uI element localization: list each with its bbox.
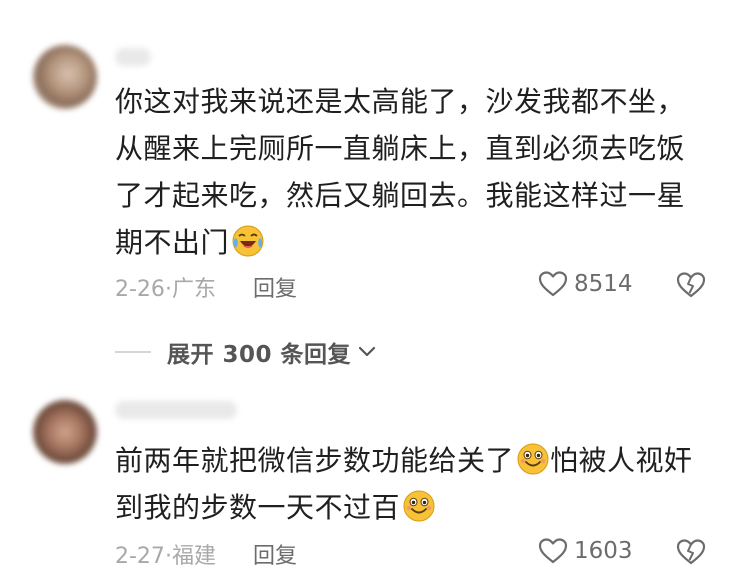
grinning-emoji-icon (403, 490, 435, 522)
comment-meta: 2-27·福建 回复 (115, 538, 297, 570)
comment-line: 你这对我来说还是太高能了，沙发我都不坐， (115, 85, 686, 118)
avatar[interactable] (33, 45, 97, 109)
comment-date: 2-26 (115, 277, 165, 302)
comment-line: 前两年就把微信步数功能给关了 (115, 444, 515, 477)
comment-line: 到我的步数一天不过百 (115, 491, 401, 524)
like-count: 1603 (574, 538, 633, 564)
expand-replies-label[interactable]: 展开 300 条回复 (167, 335, 351, 369)
meta-separator: · (164, 277, 172, 302)
comment-line-with-emoji: 期不出门 (115, 219, 685, 266)
comment-line: 了才起来吃，然后又躺回去。我能这样过一星 (115, 179, 686, 212)
comment-text: 前两年就把微信步数功能给关了 怕被人视奸 到我的步数一天不过百 (115, 437, 693, 531)
comment-line: 怕被人视奸 (550, 444, 693, 477)
heart-icon (538, 538, 568, 564)
comment-line-with-emoji: 到我的步数一天不过百 (115, 484, 693, 531)
comment-line: 从醒来上完厕所一直躺床上，直到必须去吃饭 (115, 132, 686, 165)
like-button[interactable]: 1603 (538, 537, 633, 565)
like-button[interactable]: 8514 (538, 270, 633, 298)
meta-separator: · (164, 544, 172, 569)
laughing-crying-emoji-icon (232, 225, 264, 257)
comment-line: 期不出门 (115, 226, 230, 259)
expand-divider (115, 351, 151, 353)
username-blurred[interactable] (115, 401, 237, 419)
avatar[interactable] (33, 400, 97, 464)
broken-heart-icon[interactable] (676, 538, 706, 566)
comment-date: 2-27 (115, 544, 165, 569)
grinning-emoji-icon (517, 443, 549, 475)
heart-icon (538, 271, 568, 297)
username-blurred[interactable] (115, 48, 151, 66)
comment-line-with-emoji: 前两年就把微信步数功能给关了 怕被人视奸 (115, 437, 693, 484)
like-count: 8514 (574, 271, 633, 297)
comment-text: 你这对我来说还是太高能了，沙发我都不坐， 从醒来上完厕所一直躺床上，直到必须去吃… (115, 78, 685, 266)
comment-meta: 2-26·广东 回复 (115, 271, 297, 303)
reply-button[interactable]: 回复 (253, 277, 297, 302)
comment-location: 福建 (171, 544, 216, 569)
broken-heart-icon[interactable] (676, 271, 706, 299)
chevron-down-icon (358, 346, 376, 357)
reply-button[interactable]: 回复 (253, 544, 297, 569)
comment-location: 广东 (171, 277, 216, 302)
expand-replies[interactable]: 展开 300 条回复 (115, 332, 377, 372)
